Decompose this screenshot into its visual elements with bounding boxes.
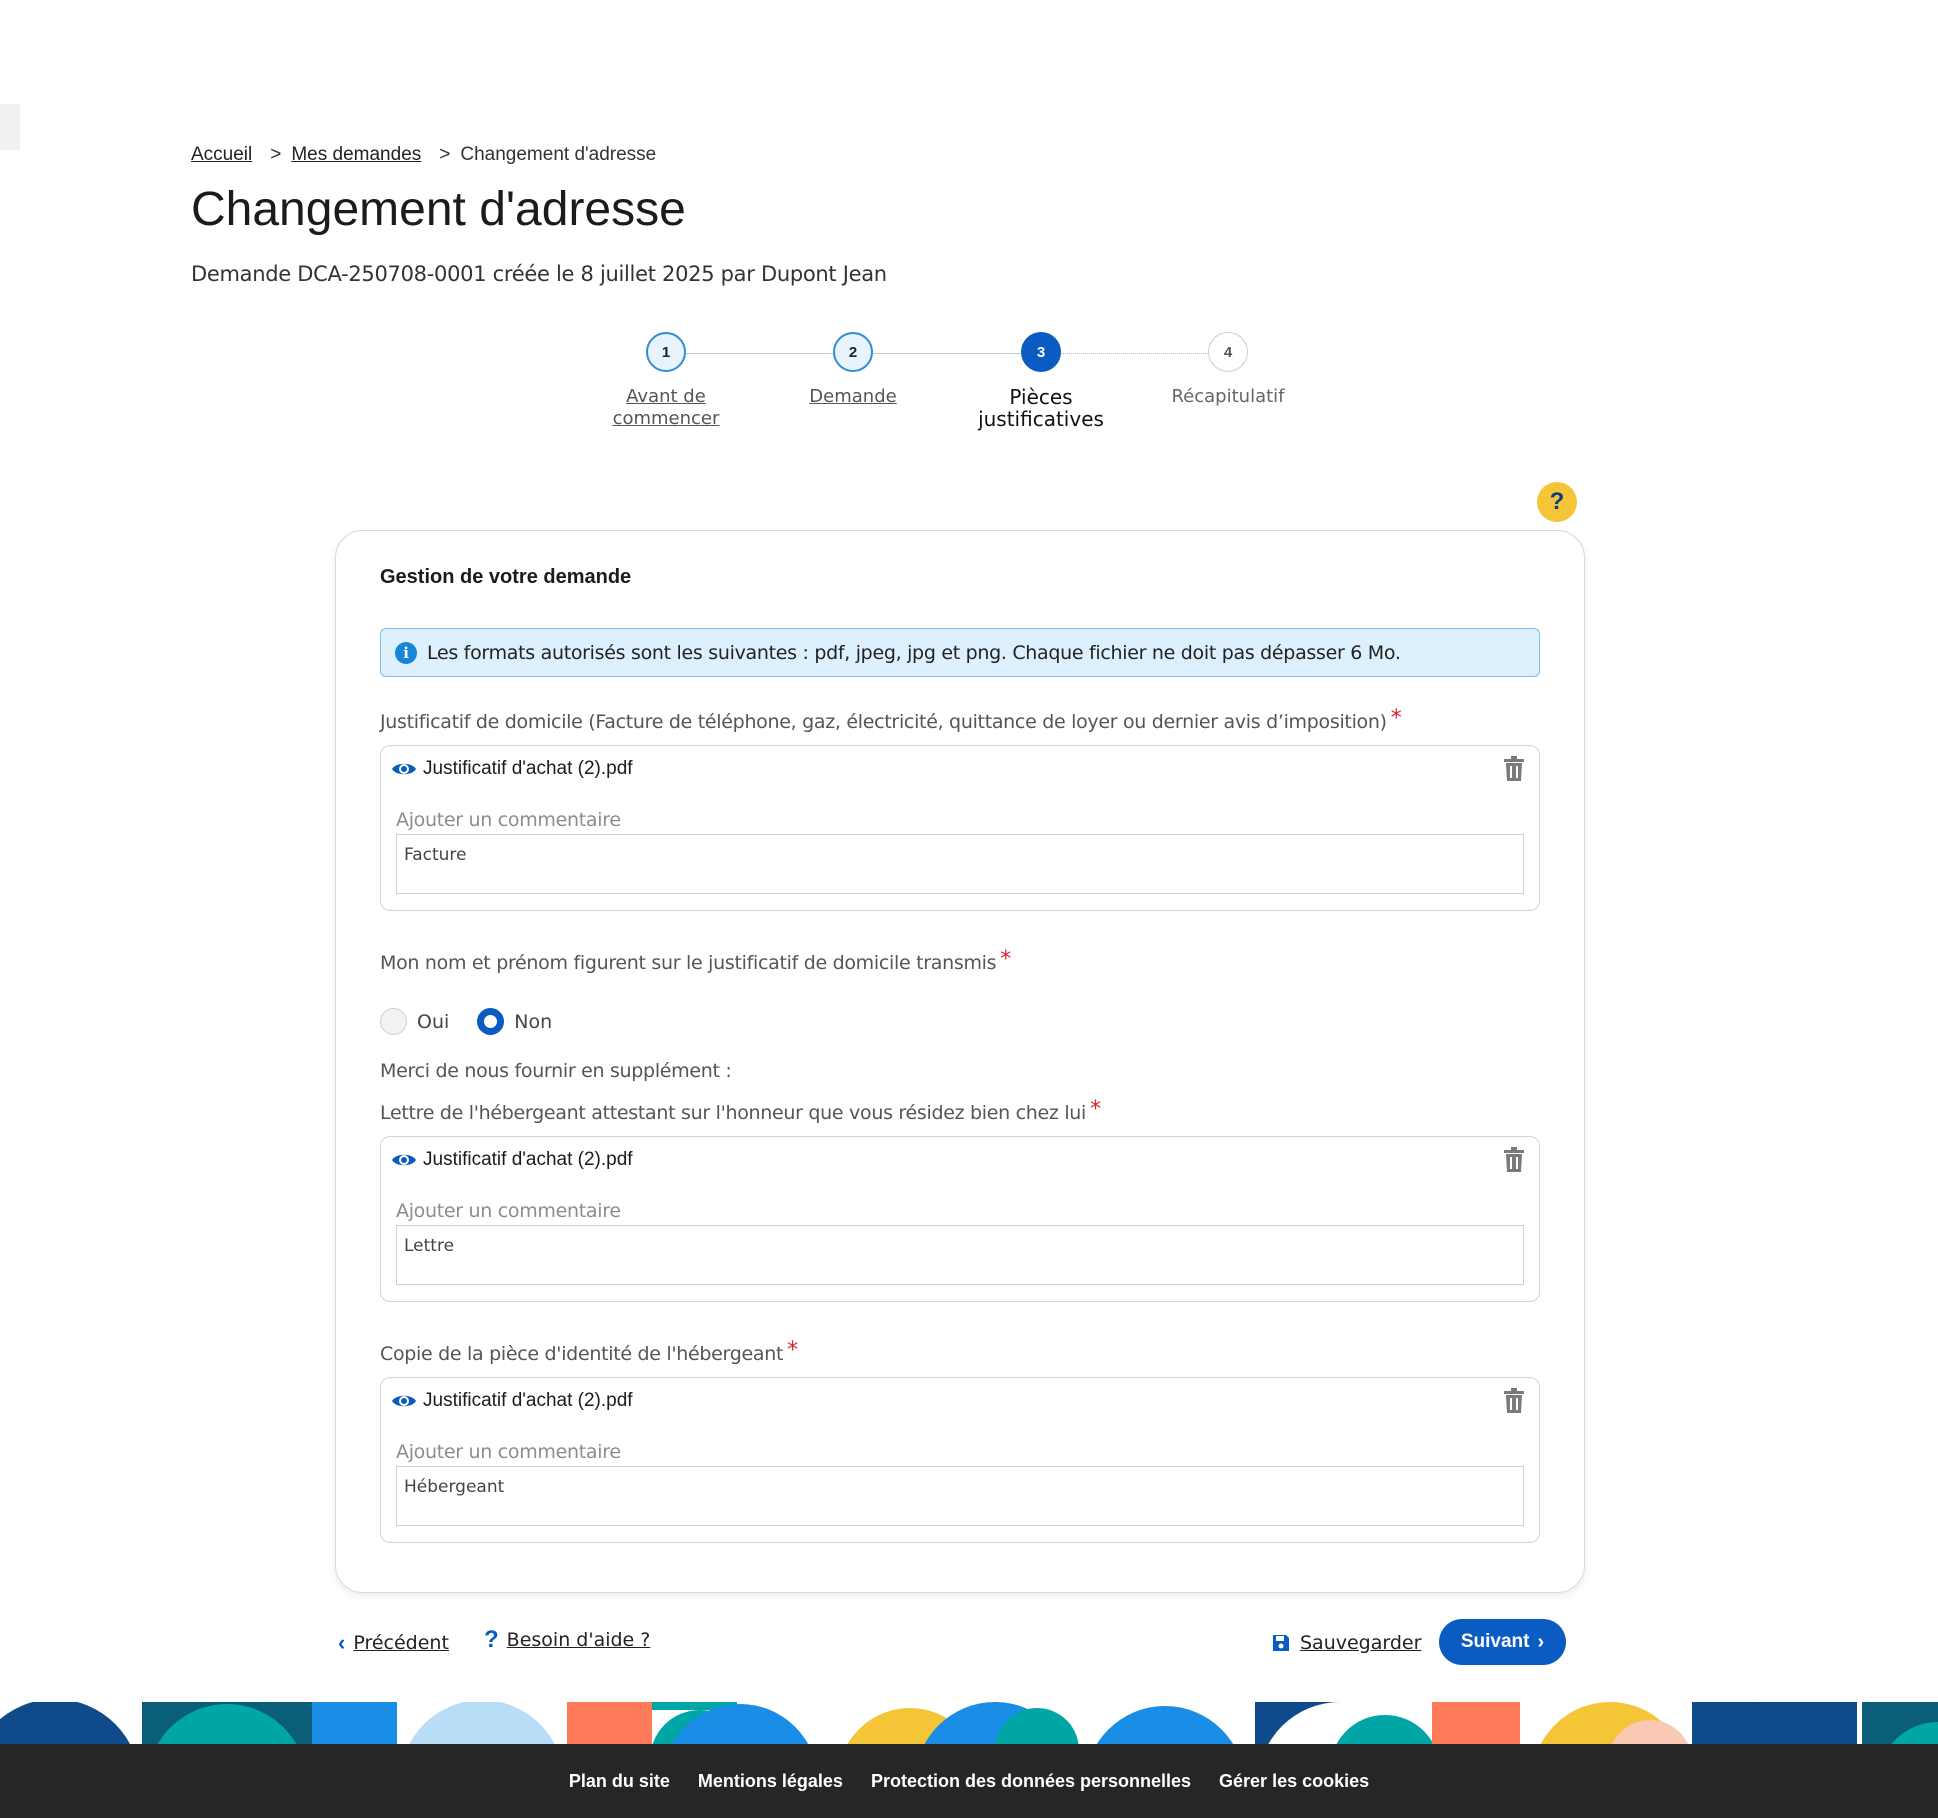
next-label: Suivant	[1460, 1631, 1530, 1652]
file-name[interactable]: Justificatif d'achat (2).pdf	[423, 1149, 633, 1171]
field-label-text: Mon nom et prénom figurent sur le justif…	[380, 952, 997, 974]
step-2[interactable]: 2 Demande	[763, 332, 943, 408]
comment-label: Ajouter un commentaire	[396, 809, 621, 831]
trash-icon[interactable]	[1503, 1147, 1525, 1173]
radio-oui[interactable]: Oui	[380, 1008, 449, 1035]
eye-icon[interactable]	[391, 1151, 417, 1169]
eye-icon[interactable]	[391, 1392, 417, 1410]
step-1-label[interactable]: Avant de commencer	[611, 386, 721, 430]
step-1[interactable]: 1 Avant de commencer	[576, 332, 756, 430]
field-label-text: Lettre de l'hébergeant attestant sur l'h…	[380, 1102, 1087, 1124]
supplement-text: Merci de nous fournir en supplément :	[380, 1060, 732, 1082]
name-on-proof-radio-group: Oui Non	[380, 1008, 580, 1035]
save-label[interactable]: Sauvegarder	[1300, 1632, 1421, 1654]
step-3-number: 3	[1021, 332, 1061, 372]
radio-non-circle[interactable]	[477, 1008, 505, 1035]
info-text: Les formats autorisés sont les suivantes…	[427, 641, 1401, 664]
name-on-proof-question-label: Mon nom et prénom figurent sur le justif…	[380, 947, 1011, 975]
file-name[interactable]: Justificatif d'achat (2).pdf	[423, 758, 633, 780]
file-item: Justificatif d'achat (2).pdf	[391, 758, 633, 780]
side-edge-tab	[0, 104, 20, 150]
save-button[interactable]: Sauvegarder	[1272, 1632, 1421, 1654]
help-label[interactable]: Besoin d'aide ?	[507, 1629, 651, 1651]
step-2-label[interactable]: Demande	[763, 386, 943, 408]
chevron-right-icon: ›	[1537, 1630, 1545, 1653]
step-4-label: Récapitulatif	[1171, 386, 1285, 407]
footer-link-sitemap[interactable]: Plan du site	[569, 1771, 670, 1792]
step-2-number: 2	[833, 332, 873, 372]
step-3-label: Pièces justificatives	[978, 385, 1104, 431]
file-upload-box: Justificatif d'achat (2).pdf Ajouter un …	[380, 1136, 1540, 1302]
radio-non[interactable]: Non	[477, 1008, 552, 1035]
stepper: 1 Avant de commencer 2 Demande 3 Pièces …	[600, 332, 1290, 442]
help-link[interactable]: ? Besoin d'aide ?	[484, 1626, 650, 1654]
step-4: 4 Récapitulatif	[1138, 332, 1318, 408]
footer-decoration	[0, 1702, 1938, 1744]
breadcrumb-separator: >	[439, 144, 451, 165]
file-upload-box: Justificatif d'achat (2).pdf Ajouter un …	[380, 1377, 1540, 1543]
request-subtitle: Demande DCA-250708-0001 créée le 8 juill…	[191, 262, 887, 286]
page-title: Changement d'adresse	[191, 183, 686, 236]
eye-icon[interactable]	[391, 760, 417, 778]
next-button[interactable]: Suivant ›	[1439, 1619, 1566, 1665]
required-mark: *	[787, 1338, 798, 1363]
radio-oui-label[interactable]: Oui	[417, 1011, 449, 1033]
required-mark: *	[1000, 947, 1011, 972]
file-upload-box: Justificatif d'achat (2).pdf Ajouter un …	[380, 745, 1540, 911]
info-banner: i Les formats autorisés sont les suivant…	[380, 628, 1540, 677]
file-name[interactable]: Justificatif d'achat (2).pdf	[423, 1390, 633, 1412]
required-mark: *	[1090, 1097, 1101, 1122]
previous-label[interactable]: Précédent	[353, 1632, 449, 1654]
comment-input[interactable]: Facture	[396, 834, 1524, 894]
chevron-left-icon: ‹	[338, 1630, 346, 1655]
file-item: Justificatif d'achat (2).pdf	[391, 1390, 633, 1412]
footer-link-legal[interactable]: Mentions légales	[698, 1771, 843, 1792]
comment-input[interactable]: Hébergeant	[396, 1466, 1524, 1526]
footer: Plan du site Mentions légales Protection…	[0, 1744, 1938, 1818]
step-1-number: 1	[646, 332, 686, 372]
radio-oui-circle[interactable]	[380, 1008, 407, 1035]
comment-label: Ajouter un commentaire	[396, 1200, 621, 1222]
file-item: Justificatif d'achat (2).pdf	[391, 1149, 633, 1171]
trash-icon[interactable]	[1503, 756, 1525, 782]
question-mark-icon: ?	[484, 1626, 499, 1653]
field-label-text: Copie de la pièce d'identité de l'héberg…	[380, 1343, 784, 1365]
previous-button[interactable]: ‹ Précédent	[338, 1630, 449, 1656]
breadcrumb-separator: >	[270, 144, 282, 165]
card-title: Gestion de votre demande	[380, 566, 632, 588]
comment-label: Ajouter un commentaire	[396, 1441, 621, 1463]
documents-card: Gestion de votre demande i Les formats a…	[335, 530, 1585, 1593]
help-bubble-icon[interactable]: ?	[1537, 482, 1577, 522]
info-icon: i	[395, 641, 417, 664]
field-host-id-label: Copie de la pièce d'identité de l'héberg…	[380, 1338, 798, 1366]
step-3: 3 Pièces justificatives	[951, 332, 1131, 430]
breadcrumb: Accueil > Mes demandes > Changement d'ad…	[191, 144, 656, 166]
comment-input[interactable]: Lettre	[396, 1225, 1524, 1285]
breadcrumb-home-link[interactable]: Accueil	[191, 144, 252, 166]
field-host-letter-label: Lettre de l'hébergeant attestant sur l'h…	[380, 1097, 1101, 1125]
breadcrumb-current: Changement d'adresse	[460, 144, 657, 165]
footer-link-privacy[interactable]: Protection des données personnelles	[871, 1771, 1191, 1792]
breadcrumb-requests-link[interactable]: Mes demandes	[291, 144, 421, 166]
field-proof-of-address-label: Justificatif de domicile (Facture de tél…	[380, 706, 1402, 734]
field-label-text: Justificatif de domicile (Facture de tél…	[380, 711, 1387, 733]
required-mark: *	[1390, 706, 1402, 731]
floppy-disk-icon	[1273, 1635, 1289, 1651]
step-4-number: 4	[1208, 332, 1248, 372]
trash-icon[interactable]	[1503, 1388, 1525, 1414]
radio-non-label[interactable]: Non	[514, 1011, 552, 1033]
footer-link-cookies[interactable]: Gérer les cookies	[1219, 1771, 1369, 1792]
